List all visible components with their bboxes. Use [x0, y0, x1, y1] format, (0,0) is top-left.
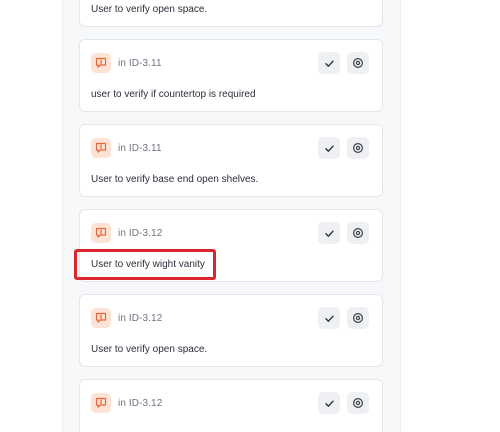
resolve-button[interactable] — [318, 307, 340, 329]
resolve-button[interactable] — [318, 392, 340, 414]
comment-header: in ID-3.12 — [91, 223, 162, 243]
locate-button[interactable] — [347, 307, 369, 329]
resolve-button[interactable] — [318, 222, 340, 244]
target-icon — [352, 57, 364, 69]
comment-message: user to verify if countertop is required — [91, 89, 256, 100]
comment-alert-icon — [91, 223, 111, 243]
comment-card[interactable]: User to verify open space. — [79, 0, 383, 27]
comment-location: in ID-3.11 — [118, 57, 162, 69]
comment-alert-icon — [91, 138, 111, 158]
target-icon — [352, 312, 364, 324]
locate-button[interactable] — [347, 52, 369, 74]
comment-header: in ID-3.11 — [91, 138, 162, 158]
target-icon — [352, 142, 364, 154]
target-icon — [352, 227, 364, 239]
comment-location: in ID-3.12 — [118, 397, 163, 409]
resolve-button[interactable] — [318, 137, 340, 159]
check-icon — [324, 230, 334, 237]
check-icon — [324, 315, 334, 322]
target-icon — [352, 397, 364, 409]
comment-message: User to verify base end open shelves. — [91, 174, 259, 185]
locate-button[interactable] — [347, 222, 369, 244]
comment-card[interactable]: in ID-3.12 User to verify wight vanity — [79, 209, 383, 282]
resolve-button[interactable] — [318, 52, 340, 74]
comment-alert-icon — [91, 308, 111, 328]
comment-message: User to verify open space. — [91, 344, 208, 355]
comment-card[interactable]: in ID-3.12 — [79, 379, 383, 432]
comment-location: in ID-3.12 — [118, 227, 163, 239]
comment-alert-icon — [91, 393, 111, 413]
locate-button[interactable] — [347, 392, 369, 414]
comments-panel: User to verify open space. in ID-3.11 us… — [62, 0, 401, 432]
comment-alert-icon — [91, 53, 111, 73]
comment-message: User to verify wight vanity — [91, 259, 205, 270]
comment-card[interactable]: in ID-3.12 User to verify open space. — [79, 294, 383, 367]
comment-location: in ID-3.11 — [118, 142, 162, 154]
comment-message: User to verify open space. — [91, 4, 208, 15]
locate-button[interactable] — [347, 137, 369, 159]
comment-location: in ID-3.12 — [118, 312, 163, 324]
check-icon — [324, 60, 334, 67]
comment-card[interactable]: in ID-3.11 user to verify if countertop … — [79, 39, 383, 112]
check-icon — [324, 145, 334, 152]
comment-header: in ID-3.12 — [91, 393, 162, 413]
comment-header: in ID-3.12 — [91, 308, 162, 328]
comment-header: in ID-3.11 — [91, 53, 162, 73]
comment-card[interactable]: in ID-3.11 User to verify base end open … — [79, 124, 383, 197]
check-icon — [324, 400, 334, 407]
